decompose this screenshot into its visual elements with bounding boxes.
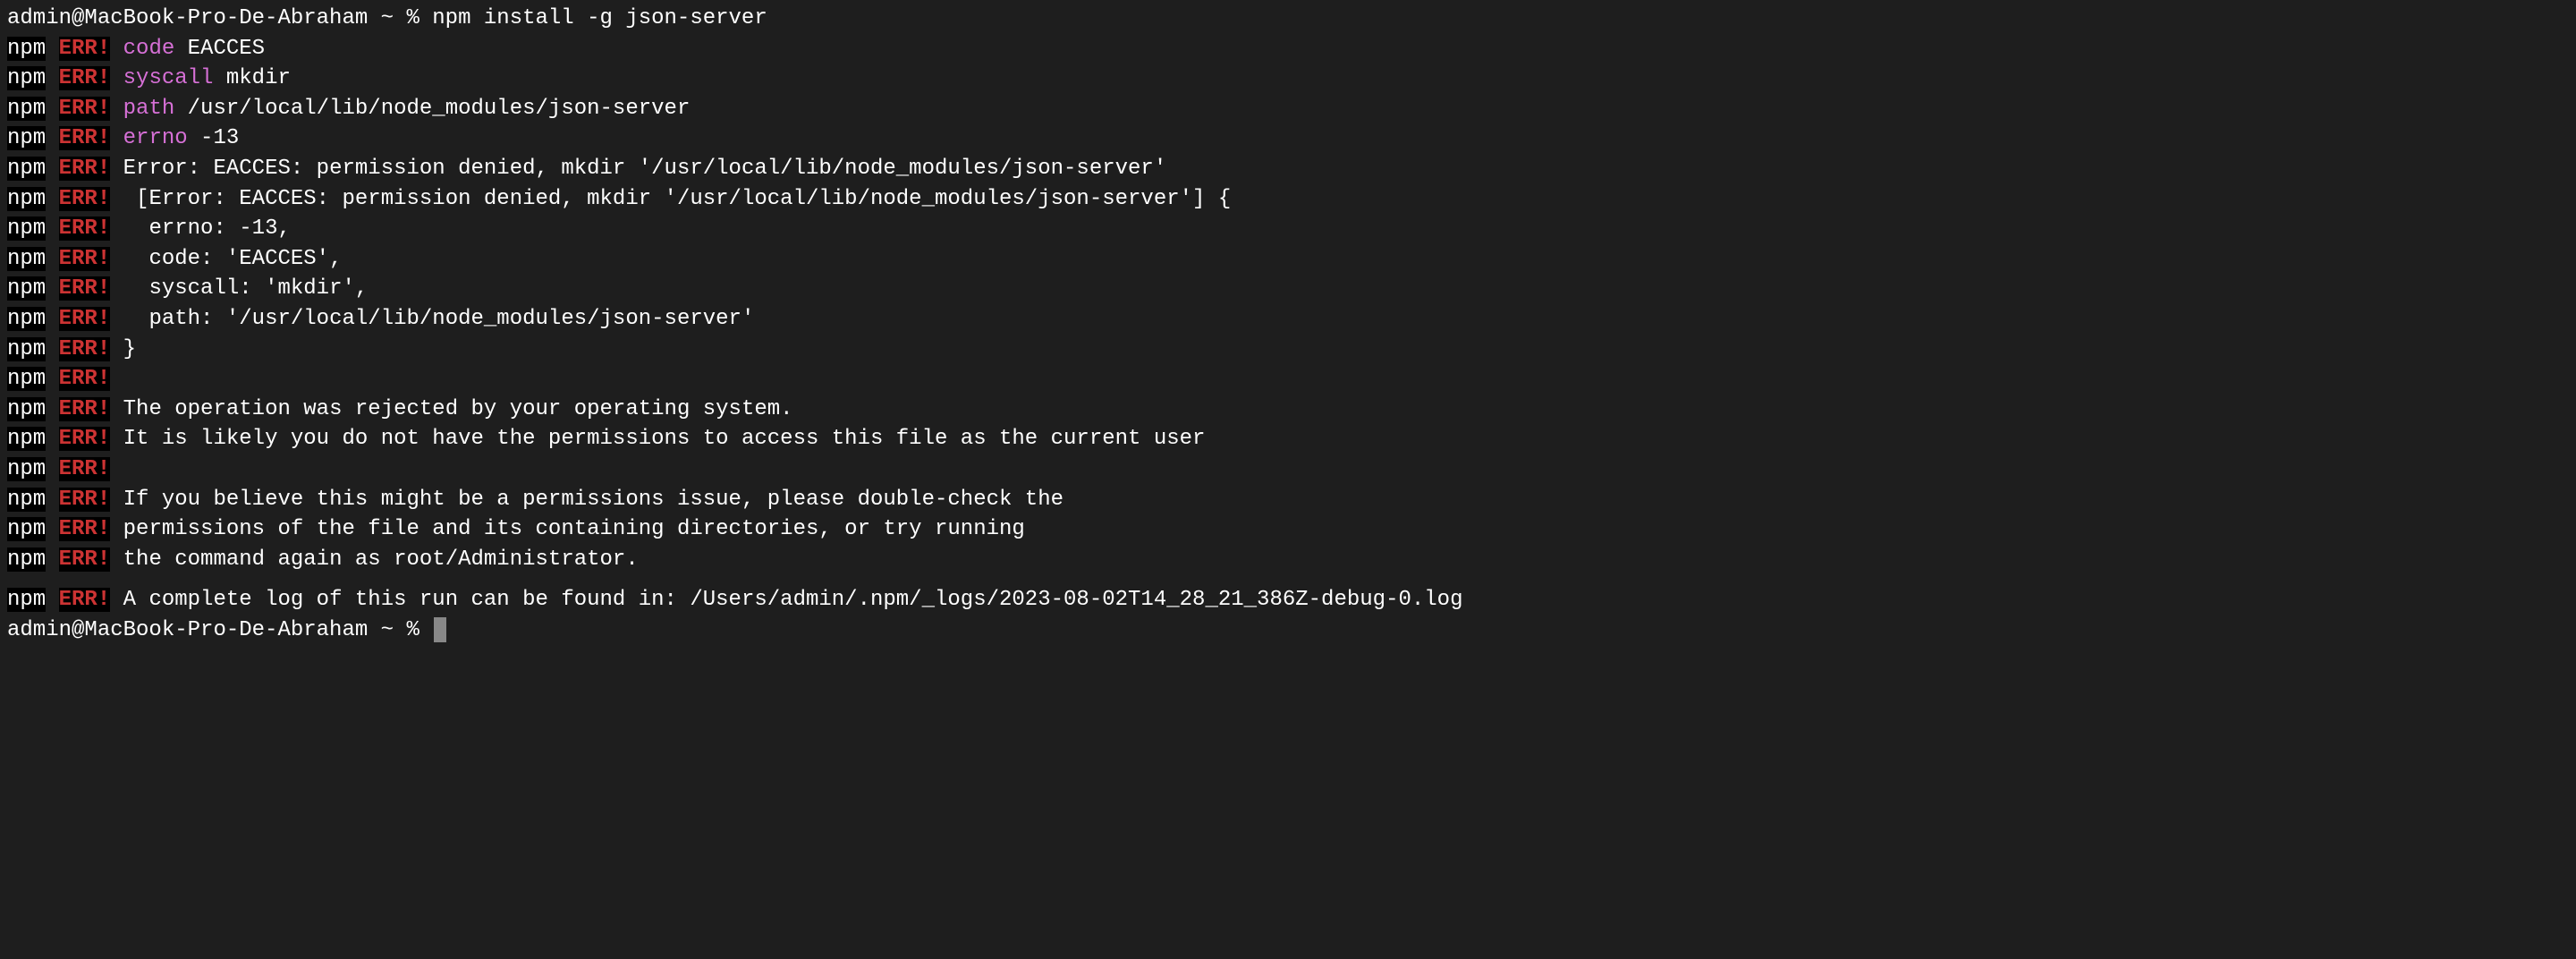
cursor-icon	[434, 617, 446, 642]
error-line: npm ERR! [Error: EACCES: permission deni…	[7, 184, 2569, 215]
error-line: npm ERR! errno -13	[7, 123, 2569, 154]
error-line: npm ERR! }	[7, 335, 2569, 365]
error-line: npm ERR! permissions of the file and its…	[7, 514, 2569, 545]
error-line: npm ERR! path: '/usr/local/lib/node_modu…	[7, 304, 2569, 335]
error-line: npm ERR! It is likely you do not have th…	[7, 424, 2569, 454]
error-line: npm ERR! syscall: 'mkdir',	[7, 274, 2569, 304]
error-line: npm ERR! If you believe this might be a …	[7, 485, 2569, 515]
error-line: npm ERR!	[7, 454, 2569, 485]
error-line: npm ERR! The operation was rejected by y…	[7, 395, 2569, 425]
error-line: npm ERR! A complete log of this run can …	[7, 585, 2569, 615]
command-line: admin@MacBook-Pro-De-Abraham ~ % npm ins…	[7, 4, 2569, 34]
terminal-output[interactable]: admin@MacBook-Pro-De-Abraham ~ % npm ins…	[7, 4, 2569, 645]
error-line: npm ERR! path /usr/local/lib/node_module…	[7, 94, 2569, 124]
error-line: npm ERR! code EACCES	[7, 34, 2569, 64]
error-line: npm ERR! Error: EACCES: permission denie…	[7, 154, 2569, 184]
error-line: npm ERR! syscall mkdir	[7, 64, 2569, 94]
error-line: npm ERR! code: 'EACCES',	[7, 244, 2569, 275]
error-line: npm ERR! errno: -13,	[7, 214, 2569, 244]
error-line: npm ERR!	[7, 364, 2569, 395]
error-line: npm ERR! the command again as root/Admin…	[7, 545, 2569, 575]
prompt-line[interactable]: admin@MacBook-Pro-De-Abraham ~ %	[7, 615, 2569, 646]
